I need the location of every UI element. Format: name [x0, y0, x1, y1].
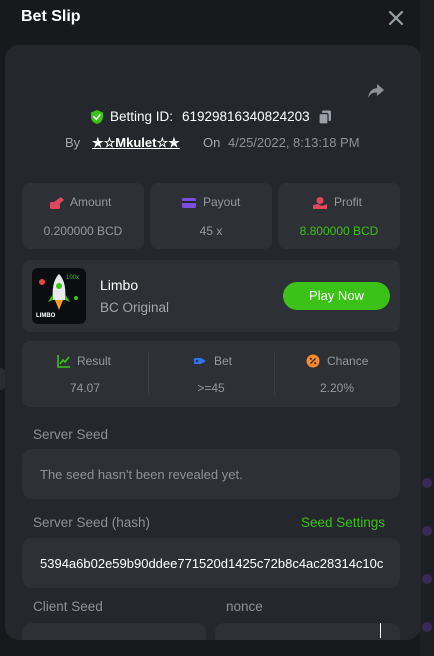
username-link[interactable]: ★☆Mkulet☆★ — [92, 135, 180, 151]
dialog-title: Bet Slip — [21, 8, 81, 25]
payout-stat: Payout 45 x — [150, 183, 272, 249]
seed-settings-link[interactable]: Seed Settings — [301, 515, 385, 530]
server-seed-hash-label: Server Seed (hash) — [33, 515, 151, 530]
chance-label: Chance — [327, 354, 369, 368]
profit-stat: Profit 8.800000 BCD — [278, 183, 400, 249]
bet-stat: Bet >=45 — [148, 341, 274, 407]
bet-slip-header: Bet Slip — [0, 0, 434, 38]
chance-value: 2.20% — [319, 381, 355, 395]
copy-icon[interactable] — [317, 109, 333, 125]
server-seed-value: The seed hasn't been revealed yet. — [40, 467, 243, 482]
background-avatar — [422, 526, 432, 536]
background-avatar — [422, 574, 432, 584]
profit-value: 8.800000 BCD — [299, 224, 379, 238]
play-now-button[interactable]: Play Now — [283, 282, 390, 310]
bet-value: >=45 — [197, 381, 225, 395]
background-page-edge — [420, 0, 434, 656]
background-avatar — [422, 622, 432, 632]
chance-stat: Chance 2.20% — [274, 341, 400, 407]
betting-id-value: 61929816340824203 — [182, 109, 310, 124]
amount-icon — [50, 197, 64, 209]
nonce-field[interactable] — [215, 623, 400, 640]
verified-shield-icon — [91, 110, 103, 124]
thumbnail-badge: 100x — [66, 275, 80, 281]
amount-label: Amount — [70, 195, 112, 209]
text-cursor — [380, 623, 381, 638]
profit-label: Profit — [334, 195, 363, 209]
result-value: 74.07 — [69, 381, 101, 395]
bet-timestamp: 4/25/2022, 8:13:18 PM — [228, 135, 360, 150]
bet-slip-card: Betting ID: 61929816340824203 By ★☆Mkule… — [5, 45, 421, 640]
payout-label: Payout — [203, 195, 241, 209]
percent-icon — [306, 354, 320, 368]
by-label: By — [65, 135, 81, 150]
result-panel: Result 74.07 Bet >=45 Chance 2.20% — [22, 341, 400, 407]
profit-icon — [313, 197, 327, 209]
result-stat: Result 74.07 — [22, 341, 148, 407]
game-name: Limbo — [100, 277, 139, 293]
close-icon[interactable] — [386, 8, 406, 28]
result-label: Result — [77, 354, 112, 368]
thumbnail-logo-text: LIMBO — [36, 313, 56, 319]
background-avatar — [422, 478, 432, 488]
nonce-label: nonce — [226, 599, 263, 614]
client-seed-label: Client Seed — [33, 599, 103, 614]
server-seed-hash-value: 5394a6b02e59b90ddee771520d1425c72b8c4ac2… — [40, 556, 384, 571]
game-thumbnail[interactable]: 100x LIMBO — [32, 268, 86, 324]
amount-value: 0.200000 BCD — [43, 224, 123, 238]
payout-value: 45 x — [199, 224, 223, 238]
betting-id-label: Betting ID: — [110, 109, 174, 124]
amount-stat: Amount 0.200000 BCD — [22, 183, 144, 249]
bet-author-row: By ★☆Mkulet☆★ On 4/25/2022, 8:13:18 PM — [5, 134, 421, 154]
server-seed-field[interactable]: The seed hasn't been revealed yet. — [22, 449, 400, 499]
payout-card-icon — [182, 198, 196, 208]
game-subtitle: BC Original — [100, 300, 170, 315]
server-seed-label: Server Seed — [33, 427, 109, 442]
bet-tag-icon — [194, 358, 206, 364]
result-chart-icon — [57, 355, 70, 368]
betting-id-row: Betting ID: 61929816340824203 — [5, 107, 421, 127]
game-card: 100x LIMBO Limbo BC Original Play Now — [22, 260, 400, 332]
client-seed-field[interactable] — [22, 623, 206, 640]
bet-label: Bet — [214, 354, 233, 368]
server-seed-hash-field[interactable]: 5394a6b02e59b90ddee771520d1425c72b8c4ac2… — [22, 538, 400, 588]
on-label: On — [203, 135, 221, 150]
share-icon[interactable] — [366, 81, 386, 101]
